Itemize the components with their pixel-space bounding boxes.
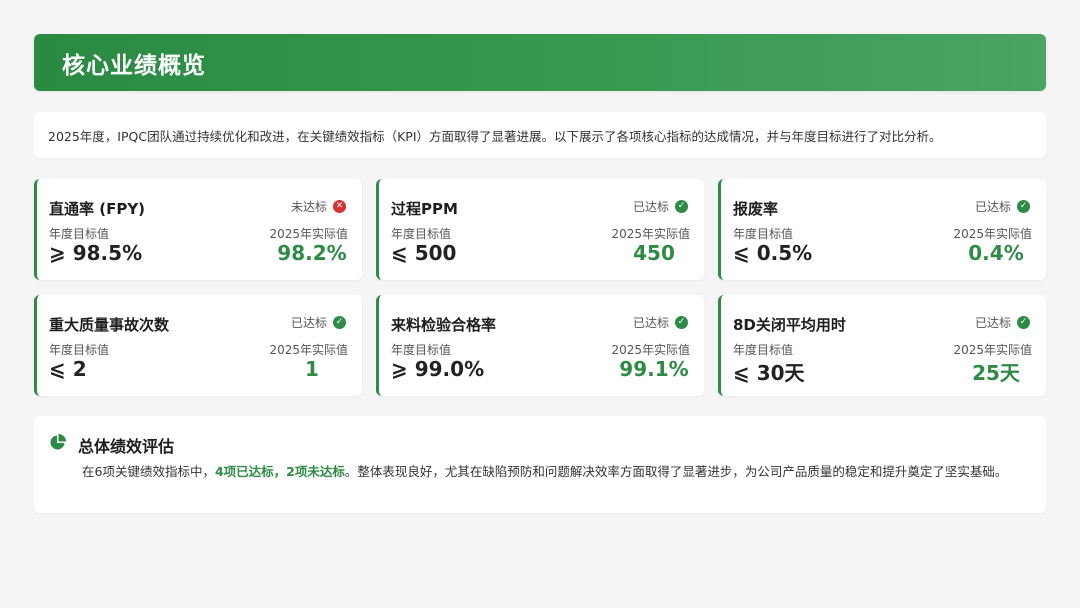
actual-label: 2025年实际值: [953, 343, 1032, 357]
target-value: ⩾ 99.0%: [391, 357, 485, 381]
kpi-title: 过程PPM: [391, 200, 458, 218]
actual-value: 99.1%: [619, 357, 689, 381]
status-label: 已达标: [974, 200, 1011, 214]
target-label: 年度目标值: [49, 343, 110, 357]
actual-label: 2025年实际值: [269, 343, 348, 357]
kpi-card: 8D关闭平均用时 已达标 ✓ 年度目标值 2025年实际值 ⩽ 30天 25天: [718, 295, 1046, 396]
kpi-title: 直通率 (FPY): [49, 200, 146, 218]
status-badge: 已达标 ✓: [291, 314, 346, 331]
target-value: ⩽ 500: [391, 241, 457, 265]
status-label: 已达标: [632, 316, 669, 330]
pie-chart-icon: [50, 434, 66, 450]
target-label: 年度目标值: [391, 227, 452, 241]
actual-value: 25天: [972, 361, 1020, 385]
kpi-card: 过程PPM 已达标 ✓ 年度目标值 2025年实际值 ⩽ 500 450: [376, 179, 704, 280]
summary-text: 在6项关键绩效指标中，4项已达标，2项未达标。整体表现良好，尤其在缺陷预防和问题…: [82, 462, 1030, 482]
summary-title: 总体绩效评估: [78, 437, 175, 456]
check-circle-icon: ✓: [1017, 200, 1030, 213]
target-label: 年度目标值: [733, 227, 794, 241]
page-header: 核心业绩概览: [34, 34, 1046, 91]
status-label: 已达标: [290, 316, 327, 330]
actual-value: 450: [633, 241, 675, 265]
summary-highlight: 4项已达标，2项未达标: [214, 464, 345, 479]
check-circle-icon: ✓: [333, 316, 346, 329]
status-badge: 未达标 ✕: [291, 198, 346, 215]
page-title: 核心业绩概览: [62, 52, 206, 79]
target-value: ⩾ 98.5%: [49, 241, 143, 265]
intro-text: 2025年度，IPQC团队通过持续优化和改进，在关键绩效指标（KPI）方面取得了…: [48, 128, 942, 144]
target-label: 年度目标值: [733, 343, 794, 357]
target-value: ⩽ 30天: [733, 361, 805, 385]
status-badge: 已达标 ✓: [633, 314, 688, 331]
actual-label: 2025年实际值: [611, 343, 690, 357]
target-value: ⩽ 2: [49, 357, 87, 381]
kpi-card: 报废率 已达标 ✓ 年度目标值 2025年实际值 ⩽ 0.5% 0.4%: [718, 179, 1046, 280]
target-label: 年度目标值: [49, 227, 110, 241]
summary-text-after: 。整体表现良好，尤其在缺陷预防和问题解决效率方面取得了显著进步，为公司产品质量的…: [344, 464, 1008, 479]
actual-label: 2025年实际值: [269, 227, 348, 241]
target-label: 年度目标值: [391, 343, 452, 357]
check-circle-icon: ✓: [675, 316, 688, 329]
target-value: ⩽ 0.5%: [733, 241, 813, 265]
actual-label: 2025年实际值: [611, 227, 690, 241]
status-label: 已达标: [974, 316, 1011, 330]
actual-value: 0.4%: [968, 241, 1024, 265]
actual-value: 98.2%: [277, 241, 347, 265]
x-circle-icon: ✕: [333, 200, 346, 213]
kpi-card: 重大质量事故次数 已达标 ✓ 年度目标值 2025年实际值 ⩽ 2 1: [34, 295, 362, 396]
kpi-grid: 直通率 (FPY) 未达标 ✕ 年度目标值 2025年实际值 ⩾ 98.5% 9…: [34, 179, 1046, 396]
kpi-title: 来料检验合格率: [391, 316, 497, 334]
check-circle-icon: ✓: [1017, 316, 1030, 329]
check-circle-icon: ✓: [675, 200, 688, 213]
actual-label: 2025年实际值: [953, 227, 1032, 241]
summary-text-before: 在6项关键绩效指标中，: [82, 464, 215, 479]
status-label: 已达标: [632, 200, 669, 214]
kpi-card: 直通率 (FPY) 未达标 ✕ 年度目标值 2025年实际值 ⩾ 98.5% 9…: [34, 179, 362, 280]
status-badge: 已达标 ✓: [633, 198, 688, 215]
status-badge: 已达标 ✓: [975, 198, 1030, 215]
summary-panel: 总体绩效评估 在6项关键绩效指标中，4项已达标，2项未达标。整体表现良好，尤其在…: [34, 416, 1046, 513]
kpi-title: 报废率: [733, 200, 779, 218]
status-label: 未达标: [290, 200, 327, 214]
actual-value: 1: [305, 357, 319, 381]
kpi-title: 8D关闭平均用时: [733, 316, 846, 334]
status-badge: 已达标 ✓: [975, 314, 1030, 331]
kpi-card: 来料检验合格率 已达标 ✓ 年度目标值 2025年实际值 ⩾ 99.0% 99.…: [376, 295, 704, 396]
kpi-title: 重大质量事故次数: [49, 316, 170, 334]
intro-panel: 2025年度，IPQC团队通过持续优化和改进，在关键绩效指标（KPI）方面取得了…: [34, 112, 1046, 158]
